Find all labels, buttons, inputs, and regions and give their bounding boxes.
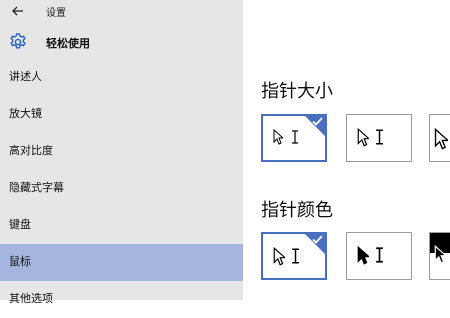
text-cursor-icon [292, 130, 298, 144]
pointer-color-inverted-option[interactable] [429, 232, 450, 280]
arrow-pointer-icon [357, 246, 369, 265]
arrow-pointer-icon [434, 128, 448, 150]
pointer-color-heading: 指针颜色 [261, 200, 333, 220]
sidebar-item-magnifier[interactable]: 放大镜 [0, 96, 243, 133]
sidebar-nav: 讲述人 放大镜 高对比度 隐藏式字幕 键盘 鼠标 其他选项 [0, 59, 243, 318]
pointer-size-large-option[interactable] [429, 114, 450, 162]
section-header: 轻松使用 [0, 28, 243, 56]
back-arrow-icon [12, 6, 23, 16]
gear-icon [10, 33, 26, 49]
arrow-pointer-icon [273, 129, 283, 145]
pointer-color-white-option[interactable] [261, 232, 327, 280]
arrow-pointer-icon [357, 128, 369, 147]
main-content: 指针大小 指针颜色 [243, 59, 450, 300]
arrow-pointer-icon [434, 245, 446, 264]
window-title: 设置 [46, 8, 66, 19]
text-cursor-icon [292, 248, 299, 264]
sidebar-item-keyboard[interactable]: 键盘 [0, 207, 243, 244]
sidebar: 设置 轻松使用 讲述人 放大镜 高对比度 隐藏式字幕 键盘 鼠标 其他选项 [0, 0, 243, 305]
checkmark-icon [312, 117, 323, 126]
arrow-pointer-icon [273, 247, 285, 266]
sidebar-item-mouse[interactable]: 鼠标 [0, 244, 243, 281]
text-cursor-icon [376, 247, 383, 263]
pointer-size-heading: 指针大小 [261, 81, 333, 101]
section-title: 轻松使用 [46, 38, 90, 50]
sidebar-item-high-contrast[interactable]: 高对比度 [0, 133, 243, 170]
back-button[interactable] [8, 2, 28, 20]
pointer-size-small-option[interactable] [261, 114, 327, 162]
pointer-color-black-option[interactable] [346, 232, 412, 280]
sidebar-item-narrator[interactable]: 讲述人 [0, 59, 243, 96]
checkmark-icon [312, 235, 323, 244]
text-cursor-icon [376, 129, 383, 145]
title-bar: 设置 [0, 0, 243, 22]
sidebar-item-closed-captions[interactable]: 隐藏式字幕 [0, 170, 243, 207]
pointer-size-medium-option[interactable] [346, 114, 412, 162]
